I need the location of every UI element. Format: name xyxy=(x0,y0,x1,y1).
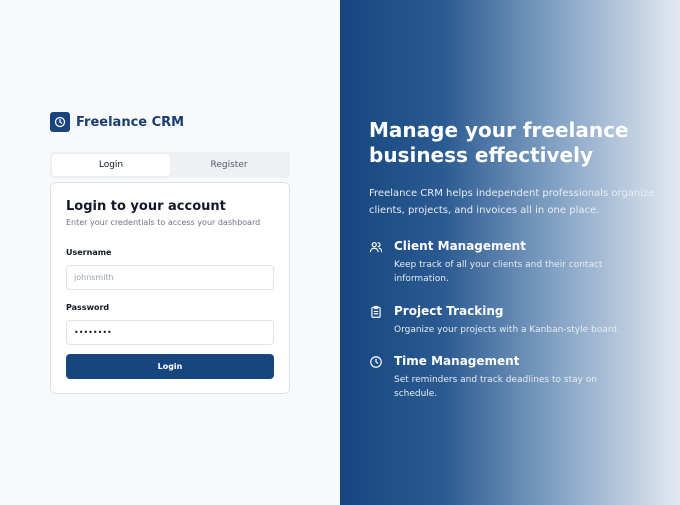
password-label: Password xyxy=(66,303,110,312)
password-input[interactable] xyxy=(66,320,274,345)
login-title: Login to your account xyxy=(66,199,226,214)
feature-title: Project Tracking xyxy=(394,304,504,318)
login-card: Login to your account Enter your credent… xyxy=(50,182,290,394)
feature-description: Keep track of all your clients and their… xyxy=(394,260,603,284)
feature-title: Client Management xyxy=(394,239,526,253)
tab-register[interactable]: Register xyxy=(170,154,288,176)
login-subtitle: Enter your credentials to access your da… xyxy=(66,218,261,227)
clipboard-icon xyxy=(371,305,381,318)
login-button[interactable]: Login xyxy=(66,354,274,379)
auth-tabs: Login Register xyxy=(50,152,290,178)
clock-icon xyxy=(50,112,70,132)
brand-name: Freelance CRM xyxy=(76,114,185,130)
auth-panel: Freelance CRM Login Register Login to yo… xyxy=(0,0,340,505)
username-input[interactable] xyxy=(66,265,274,290)
hero-headline: Manage your freelance business effective… xyxy=(369,118,629,167)
username-label: Username xyxy=(66,248,112,257)
feature-description: Set reminders and track deadlines to sta… xyxy=(394,375,598,399)
feature-title: Time Management xyxy=(394,354,520,368)
brand: Freelance CRM xyxy=(50,112,184,132)
tab-login[interactable]: Login xyxy=(52,154,170,176)
hero-panel: Manage your freelance business effective… xyxy=(340,0,680,505)
clock-icon xyxy=(370,356,382,368)
feature-description: Organize your projects with a Kanban-sty… xyxy=(394,325,620,335)
hero-description: Freelance CRM helps independent professi… xyxy=(369,188,655,216)
users-icon xyxy=(369,242,383,253)
